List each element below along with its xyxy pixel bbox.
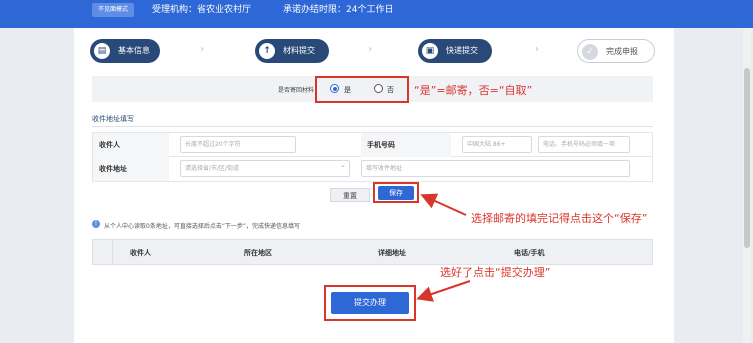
save-arrow — [420, 193, 467, 216]
annotation-arrows — [416, 193, 471, 302]
submit-arrow — [416, 280, 471, 302]
